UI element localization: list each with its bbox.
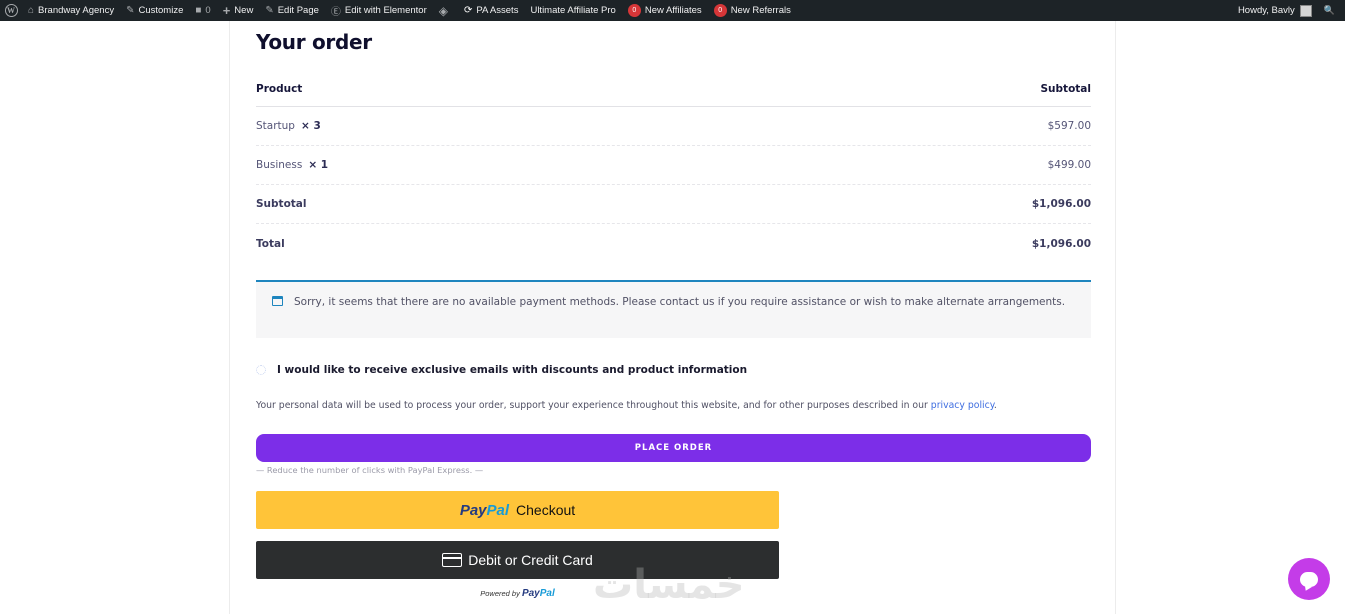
- no-payment-methods-notice: Sorry, it seems that there are no availa…: [256, 280, 1091, 338]
- adminbar-affiliate-pro-label: Ultimate Affiliate Pro: [530, 5, 616, 16]
- product-cell: Startup × 3: [256, 120, 321, 132]
- powered-logo-pal: Pal: [539, 588, 555, 599]
- total-amount: $1,096.00: [1031, 237, 1091, 250]
- adminbar-edit-elementor[interactable]: Ⓔ Edit with Elementor: [325, 0, 433, 21]
- optin-label[interactable]: I would like to receive exclusive emails…: [277, 364, 747, 376]
- adminbar-edit-page-label: Edit Page: [277, 5, 319, 16]
- privacy-text: Your personal data will be used to proce…: [256, 400, 931, 411]
- optin-checkbox[interactable]: [256, 365, 266, 375]
- new-referrals-badge: 0: [713, 4, 727, 17]
- notice-text: Sorry, it seems that there are no availa…: [294, 296, 1066, 308]
- adminbar-comments[interactable]: ■ 0: [189, 0, 216, 21]
- table-row: Startup × 3 $597.00: [256, 107, 1091, 146]
- adminbar-account[interactable]: Howdy, Bavly: [1232, 0, 1318, 21]
- adminbar-customize[interactable]: ✎ Customize: [120, 0, 189, 21]
- adminbar-site-label: Brandway Agency: [38, 5, 115, 16]
- adminbar-new-affiliates[interactable]: 0 New Affiliates: [622, 0, 708, 21]
- page-title: Your order: [256, 30, 372, 54]
- adminbar-site-name[interactable]: ⌂ Brandway Agency: [22, 0, 120, 21]
- adminbar-new-referrals[interactable]: 0 New Referrals: [708, 0, 797, 21]
- powered-prefix: Powered by: [480, 589, 522, 598]
- table-row: Business × 1 $499.00: [256, 146, 1091, 185]
- product-cell: Business × 1: [256, 159, 328, 171]
- paypal-checkout-label: Checkout: [516, 502, 576, 518]
- card-button-label: Debit or Credit Card: [468, 552, 593, 568]
- adminbar-diamond[interactable]: ◈: [433, 0, 458, 21]
- paypal-checkout-button[interactable]: PayPal Checkout: [256, 491, 779, 529]
- adminbar-pa-assets[interactable]: ⟳ PA Assets: [458, 0, 524, 21]
- adminbar-search[interactable]: 🔍: [1318, 0, 1345, 21]
- privacy-notice: Your personal data will be used to proce…: [256, 400, 1091, 411]
- product-name: Business: [256, 159, 303, 171]
- line-amount: $499.00: [1047, 159, 1091, 171]
- comment-icon: ■: [195, 5, 202, 16]
- adminbar-customize-label: Customize: [138, 5, 184, 16]
- subtotal-label: Subtotal: [256, 198, 307, 210]
- order-review-table: Product Subtotal Startup × 3 $597.00 Busi…: [256, 71, 1091, 263]
- adminbar-comments-count: 0: [205, 5, 211, 16]
- subtotal-row: Subtotal $1,096.00: [256, 185, 1091, 224]
- diamond-icon: ◈: [438, 3, 448, 18]
- paypal-logo-pay: Pay: [459, 501, 487, 519]
- powered-logo-pay: Pay: [521, 588, 540, 599]
- plus-icon: +: [222, 3, 231, 18]
- product-quantity: × 1: [308, 159, 329, 171]
- product-name: Startup: [256, 120, 295, 132]
- paypal-express-note: — Reduce the number of clicks with PayPa…: [256, 465, 484, 475]
- privacy-end: .: [993, 400, 997, 411]
- total-row: Total $1,096.00: [256, 224, 1091, 263]
- paypal-logo-pal: Pal: [486, 501, 510, 519]
- admin-bar: W ⌂ Brandway Agency ✎ Customize ■ 0 + Ne…: [0, 0, 1345, 21]
- home-icon: ⌂: [28, 5, 35, 16]
- product-column-header: Product: [256, 82, 303, 95]
- marketing-optin[interactable]: I would like to receive exclusive emails…: [256, 362, 1091, 378]
- elementor-icon: Ⓔ: [330, 7, 341, 18]
- adminbar-edit-page[interactable]: ✎ Edit Page: [259, 0, 325, 21]
- table-header-row: Product Subtotal: [256, 71, 1091, 107]
- total-label: Total: [256, 237, 285, 250]
- product-quantity: × 3: [300, 120, 321, 132]
- privacy-policy-link[interactable]: privacy policy: [931, 400, 994, 411]
- debit-credit-card-button[interactable]: Debit or Credit Card: [256, 541, 779, 579]
- powered-by-paypal: Powered by PayPal: [256, 588, 779, 599]
- pencil-icon: ✎: [265, 5, 274, 16]
- wordpress-icon: W: [4, 4, 18, 17]
- avatar: [1299, 4, 1312, 17]
- new-affiliates-label: New Affiliates: [644, 5, 702, 16]
- powered-paypal-logo-icon: PayPal: [522, 588, 555, 599]
- paypal-logo-icon: PayPal: [460, 502, 509, 519]
- howdy-label: Howdy, Bavly: [1237, 5, 1295, 16]
- subtotal-column-header: Subtotal: [1040, 82, 1092, 95]
- search-icon: 🔍: [1323, 5, 1335, 15]
- checkout-column: Your order Product Subtotal Startup × 3 $…: [229, 21, 1116, 614]
- adminbar-pa-assets-label: PA Assets: [476, 5, 519, 16]
- chat-launcher-button[interactable]: [1288, 558, 1330, 600]
- refresh-icon: ⟳: [463, 5, 473, 16]
- new-affiliates-badge: 0: [627, 4, 641, 17]
- credit-card-icon: [442, 553, 463, 567]
- adminbar-new-label: New: [234, 5, 254, 16]
- subtotal-amount: $1,096.00: [1031, 198, 1091, 210]
- info-window-icon: [272, 296, 283, 306]
- wordpress-logo-button[interactable]: W: [0, 0, 22, 21]
- line-amount: $597.00: [1047, 120, 1091, 132]
- adminbar-edit-elementor-label: Edit with Elementor: [344, 5, 427, 16]
- adminbar-affiliate-pro[interactable]: Ultimate Affiliate Pro: [524, 0, 621, 21]
- new-referrals-label: New Referrals: [730, 5, 791, 16]
- adminbar-new[interactable]: + New: [217, 0, 260, 21]
- brush-icon: ✎: [126, 5, 135, 16]
- chat-bubble-icon: [1300, 571, 1318, 587]
- place-order-button[interactable]: PLACE ORDER: [256, 434, 1091, 462]
